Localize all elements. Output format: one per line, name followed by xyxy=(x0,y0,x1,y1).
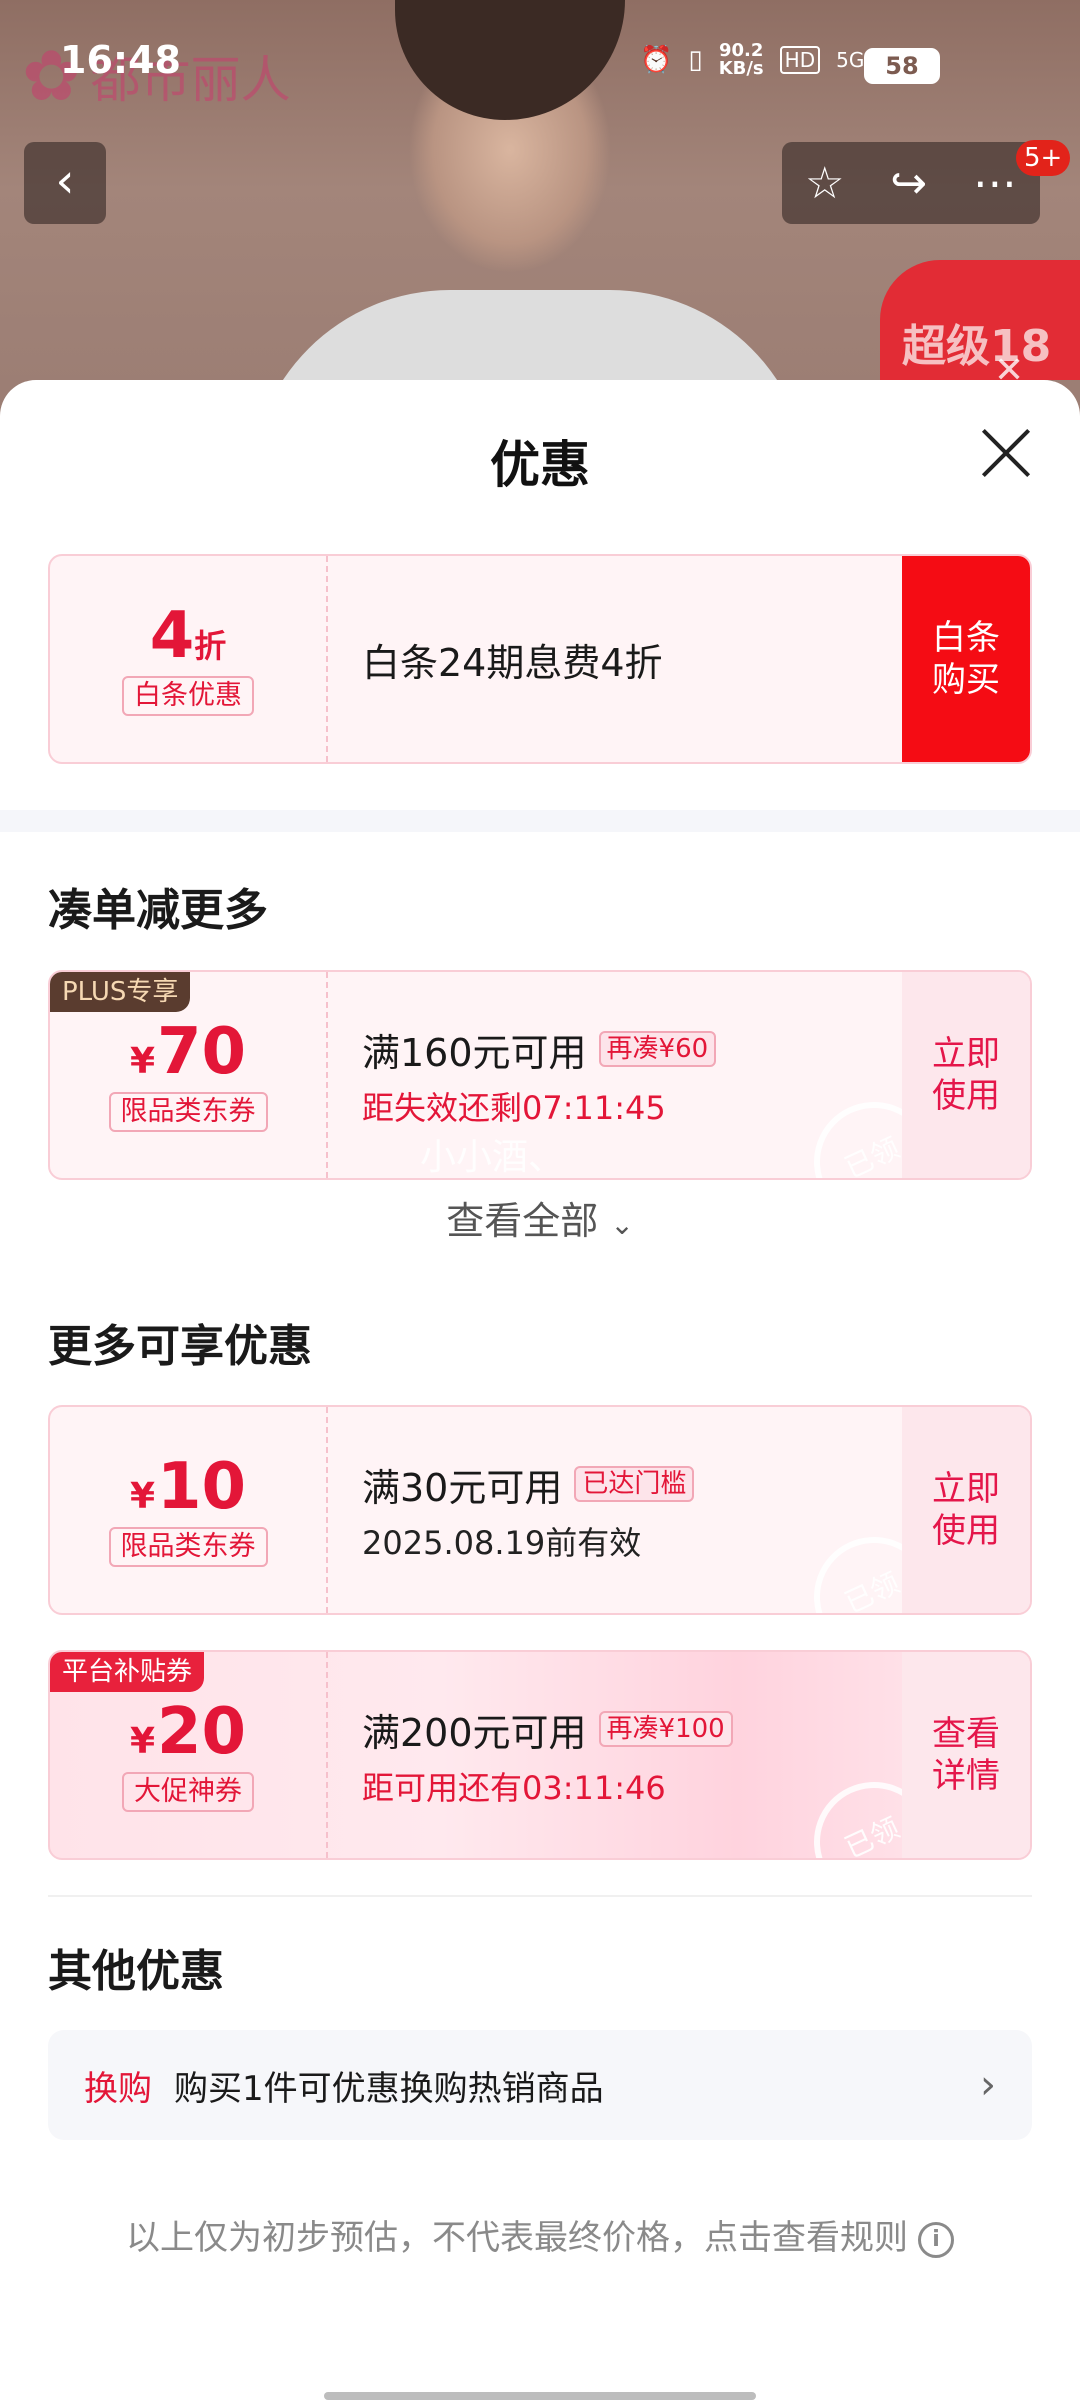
coupon-amount: ¥ 20 xyxy=(130,1698,246,1766)
validity-date: 2025.08.19前有效 xyxy=(362,1523,642,1562)
currency-symbol: ¥ xyxy=(129,1476,155,1517)
disclaimer-text: 以上仅为初步预估，不代表最终价格，点击查看规则 xyxy=(126,2218,908,2258)
coupon-amount: ¥ 10 xyxy=(130,1453,246,1521)
hd-icon: HD xyxy=(779,46,821,74)
view-all-label: 查看全部 xyxy=(446,1199,599,1243)
status-bar: 16:48 ⏰ ▯ 90.2 KB/s HD 5G▂▄▆█ 58 xyxy=(0,30,1080,100)
coupon-amount: 4 折 xyxy=(150,602,227,670)
section-title-more: 更多可享优惠 xyxy=(48,1321,312,1372)
battery-icon: 58 xyxy=(864,48,940,84)
coupon-condition: 满30元可用 已达门槛 xyxy=(362,1457,695,1512)
coupon-type-tag: 白条优惠 xyxy=(122,676,254,716)
coupon-type-tag: 大促神券 xyxy=(122,1772,254,1812)
coupon-left: ¥ 70 限品类东券 xyxy=(50,972,326,1178)
message-badge: 5+ xyxy=(1016,140,1071,176)
coupon-description: 白条24期息费4折 xyxy=(362,640,663,685)
watermark: 小小酒、 xyxy=(420,1137,565,1178)
threshold-pill: 已达门槛 xyxy=(574,1466,695,1502)
coupon-condition: 满160元可用 再凑¥60 xyxy=(362,1022,717,1077)
info-icon: i xyxy=(918,2221,954,2258)
section-separator xyxy=(0,810,1080,832)
coupon-value: 20 xyxy=(157,1695,247,1769)
coupon-condition: 满200元可用 再凑¥100 xyxy=(362,1702,733,1757)
status-time: 16:48 xyxy=(60,38,181,82)
action-label: 白条 购买 xyxy=(932,617,1000,701)
close-icon[interactable] xyxy=(978,425,1034,481)
top-up-pill: 再凑¥100 xyxy=(598,1711,733,1747)
share-icon[interactable]: ↪ xyxy=(890,158,927,209)
coupon-left: ¥ 10 限品类东券 xyxy=(50,1407,326,1613)
trade-in-text: 购买1件可优惠换购热销商品 xyxy=(174,2068,604,2109)
action-label: 查看 详情 xyxy=(932,1713,1000,1797)
section-title-combine: 凑单减更多 xyxy=(48,885,268,936)
net-speed: 90.2 KB/s xyxy=(719,42,764,78)
use-now-button[interactable]: 立即 使用 xyxy=(902,972,1030,1178)
action-label: 立即 使用 xyxy=(932,1033,1000,1117)
vibrate-icon: ▯ xyxy=(688,45,703,75)
coupon-amount: ¥ 70 xyxy=(130,1018,246,1086)
chevron-down-icon: ⌄ xyxy=(610,1208,634,1241)
condition-text: 满200元可用 xyxy=(362,1710,587,1755)
view-all-link[interactable]: 查看全部 ⌄ xyxy=(0,1190,1080,1245)
expiry-countdown: 距失效还剩07:11:45 xyxy=(362,1088,666,1127)
action-line1: 查看 xyxy=(932,1714,1000,1754)
coupon-info: 满200元可用 再凑¥100 距可用还有03:11:46 xyxy=(362,1652,733,1858)
coupon-left: 4 折 白条优惠 xyxy=(50,556,326,762)
disclaimer[interactable]: 以上仅为初步预估，不代表最终价格，点击查看规则 i xyxy=(0,2210,1080,2259)
coupon-20: 平台补贴券 ¥ 20 大促神券 满200元可用 再凑¥100 距可用还有03:1… xyxy=(48,1650,1032,1860)
discount-sheet: 优惠 4 折 白条优惠 白条24期息费4折 白条 购买 凑单减更多 PLUS专享… xyxy=(0,380,1080,2408)
view-details-button[interactable]: 查看 详情 xyxy=(902,1652,1030,1858)
action-line2: 详情 xyxy=(932,1756,1000,1796)
action-line1: 白条 xyxy=(932,618,1000,658)
back-button[interactable]: ‹ xyxy=(24,142,106,224)
currency-symbol: ¥ xyxy=(129,1041,155,1082)
coupon-info: 白条24期息费4折 xyxy=(362,556,663,762)
chevron-right-icon: › xyxy=(980,2062,996,2108)
favorite-star-icon[interactable]: ☆ xyxy=(805,158,844,209)
coupon-divider xyxy=(326,972,328,1178)
coupon-divider xyxy=(326,1407,328,1613)
action-label: 立即 使用 xyxy=(932,1468,1000,1552)
action-line2: 使用 xyxy=(932,1511,1000,1551)
nav-actions: ☆ ↪ ⋯ xyxy=(782,142,1040,224)
sheet-title: 优惠 xyxy=(490,436,590,494)
action-line2: 购买 xyxy=(932,660,1000,700)
section-title-other: 其他优惠 xyxy=(48,1946,224,1997)
baitiao-coupon: 4 折 白条优惠 白条24期息费4折 白条 购买 xyxy=(48,554,1032,764)
baitiao-buy-button[interactable]: 白条 购买 xyxy=(902,556,1030,762)
action-line1: 立即 xyxy=(932,1469,1000,1509)
coupon-divider xyxy=(326,556,328,762)
coupon-value: 10 xyxy=(157,1450,247,1524)
net-speed-unit: KB/s xyxy=(718,58,764,79)
use-now-button[interactable]: 立即 使用 xyxy=(902,1407,1030,1613)
network-type: 5G xyxy=(836,48,865,72)
condition-text: 满30元可用 xyxy=(362,1465,563,1510)
trade-in-tag: 换购 xyxy=(84,2068,152,2109)
top-up-pill: 再凑¥60 xyxy=(598,1031,717,1067)
coupon-value: 70 xyxy=(157,1015,247,1089)
coupon-left: ¥ 20 大促神券 xyxy=(50,1652,326,1858)
more-icon[interactable]: ⋯ xyxy=(973,158,1017,209)
home-indicator[interactable] xyxy=(324,2392,756,2400)
available-countdown: 距可用还有03:11:46 xyxy=(362,1768,666,1807)
condition-text: 满160元可用 xyxy=(362,1030,587,1075)
coupon-type-tag: 限品类东券 xyxy=(108,1092,268,1132)
coupon-info: 满30元可用 已达门槛 2025.08.19前有效 xyxy=(362,1407,695,1613)
coupon-divider xyxy=(326,1652,328,1858)
divider-line xyxy=(48,1895,1032,1897)
discount-value: 4 xyxy=(149,599,195,673)
coupon-type-tag: 限品类东券 xyxy=(108,1527,268,1567)
trade-in-row[interactable]: 换购 购买1件可优惠换购热销商品 › xyxy=(48,2030,1032,2140)
alarm-icon: ⏰ xyxy=(640,45,673,75)
action-line1: 立即 xyxy=(932,1034,1000,1074)
coupon-10: ¥ 10 限品类东券 满30元可用 已达门槛 2025.08.19前有效 已领 … xyxy=(48,1405,1032,1615)
currency-symbol: ¥ xyxy=(129,1721,155,1762)
action-line2: 使用 xyxy=(932,1076,1000,1116)
discount-unit: 折 xyxy=(194,627,227,665)
